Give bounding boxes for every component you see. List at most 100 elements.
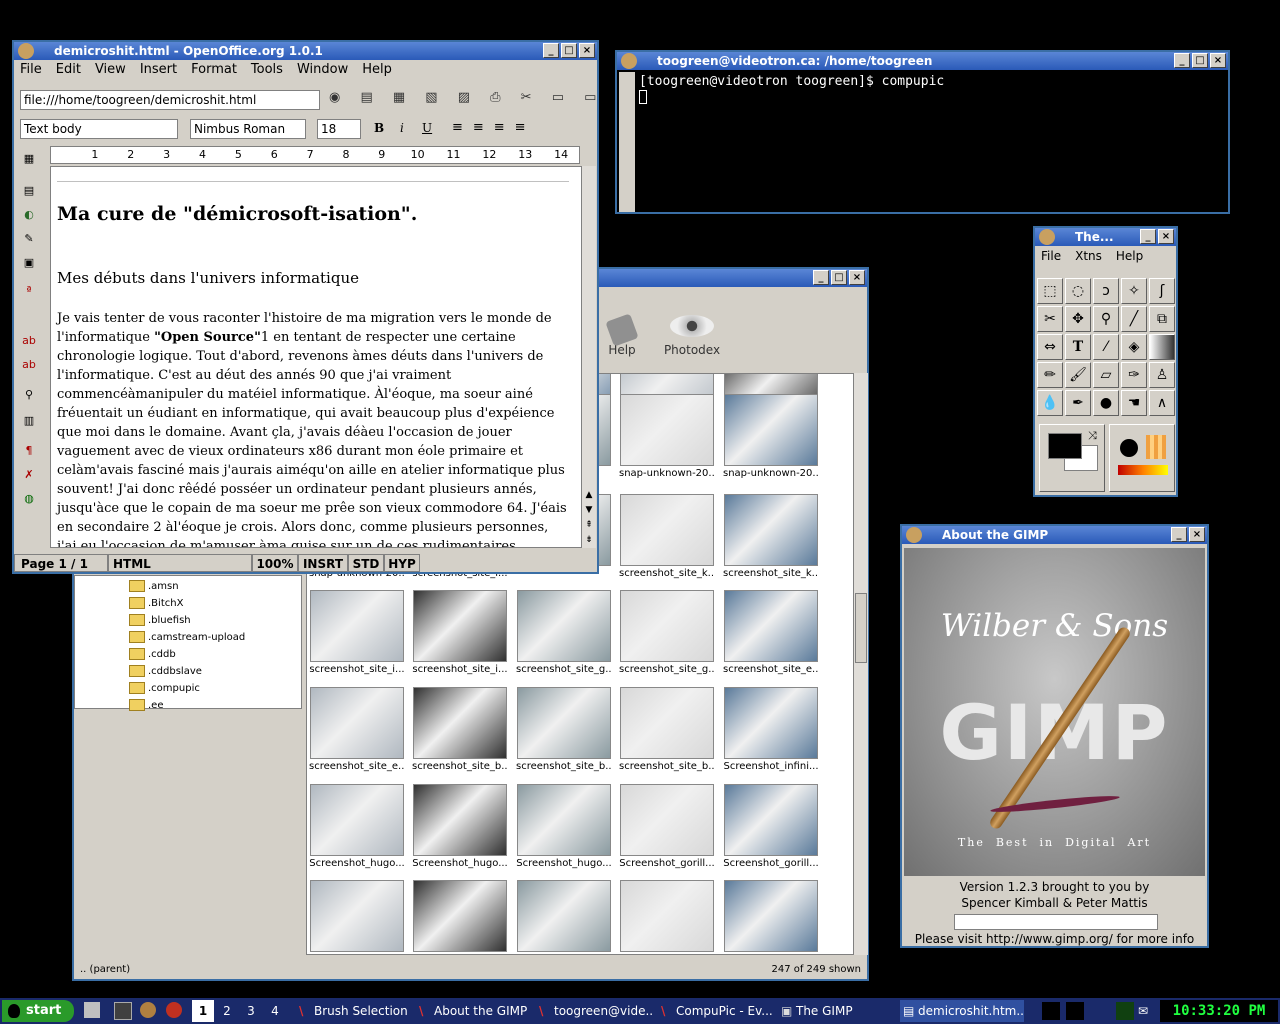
thumbnail[interactable]: screenshot_site_b... bbox=[412, 687, 508, 772]
flip-icon[interactable]: ⇔ bbox=[1037, 334, 1063, 360]
insert-fields-icon[interactable]: ▤ bbox=[20, 182, 38, 200]
close-button[interactable]: × bbox=[849, 270, 865, 285]
thumbnail[interactable]: Screenshot_hugo... bbox=[516, 784, 612, 869]
quicklaunch-terminal-icon[interactable] bbox=[114, 1002, 132, 1020]
openoffice-titlebar[interactable]: demicroshit.html - OpenOffice.org 1.0.1 … bbox=[14, 42, 597, 60]
thumbnail-scrollbar[interactable] bbox=[854, 373, 868, 955]
underline-button[interactable]: U bbox=[422, 121, 432, 135]
desktop-2-button[interactable]: 2 bbox=[216, 1000, 238, 1022]
thumbnail[interactable]: Screenshot_gorill... bbox=[619, 784, 715, 869]
free-select-icon[interactable]: ↄ bbox=[1093, 278, 1119, 304]
tree-item[interactable]: .cddbslave bbox=[129, 665, 202, 677]
minimize-button[interactable]: _ bbox=[1174, 53, 1190, 68]
ellipse-select-icon[interactable]: ◌ bbox=[1065, 278, 1091, 304]
brush-preview-icon[interactable] bbox=[1120, 439, 1138, 457]
minimize-button[interactable]: _ bbox=[1171, 527, 1187, 542]
menu-insert[interactable]: Insert bbox=[140, 60, 177, 80]
clone-icon[interactable]: ♙ bbox=[1149, 362, 1175, 388]
pattern-preview-icon[interactable] bbox=[1146, 435, 1166, 459]
start-button[interactable]: start bbox=[2, 1000, 74, 1022]
thumbnail[interactable]: Screenshot_hugo... bbox=[309, 784, 405, 869]
close-button[interactable]: × bbox=[1189, 527, 1205, 542]
smudge-icon[interactable]: ☚ bbox=[1121, 390, 1147, 416]
thumbnail[interactable]: screenshot_site_k... bbox=[619, 494, 715, 579]
tree-item[interactable]: .bluefish bbox=[129, 614, 191, 626]
thumbnail[interactable] bbox=[619, 880, 715, 954]
desktop-1-button[interactable]: 1 bbox=[192, 1000, 214, 1022]
menu-window[interactable]: Window bbox=[297, 60, 348, 80]
menu-help[interactable]: Help bbox=[362, 60, 392, 80]
thumbnail[interactable]: screenshot_site_g... bbox=[619, 590, 715, 675]
rect-select-icon[interactable]: ⬚ bbox=[1037, 278, 1063, 304]
thumbnail[interactable]: screenshot_site_e... bbox=[309, 687, 405, 772]
quicklaunch-editor-icon[interactable] bbox=[84, 1002, 100, 1018]
quicklaunch-gimp-icon[interactable] bbox=[140, 1002, 156, 1018]
maximize-button[interactable]: □ bbox=[561, 43, 577, 58]
tray-mail-icon[interactable]: ✉ bbox=[1138, 1004, 1148, 1018]
doc-vscrollbar[interactable]: ▲ ▼ ⇞ ⇟ bbox=[582, 166, 596, 548]
transform-icon[interactable]: ⧉ bbox=[1149, 306, 1175, 332]
minimize-button[interactable]: _ bbox=[813, 270, 829, 285]
color-picker-icon[interactable]: ⁄ bbox=[1093, 334, 1119, 360]
autospell-icon[interactable]: ª bbox=[20, 282, 38, 300]
measure-icon[interactable]: ∧ bbox=[1149, 390, 1175, 416]
gimp-toolbox-titlebar[interactable]: The... _ × bbox=[1035, 228, 1176, 246]
foreground-color-swatch[interactable] bbox=[1048, 433, 1082, 459]
menu-file[interactable]: File bbox=[1041, 246, 1061, 266]
ink-icon[interactable]: ✒ bbox=[1065, 390, 1091, 416]
eraser-icon[interactable]: ▱ bbox=[1093, 362, 1119, 388]
tree-item[interactable]: .camstream-upload bbox=[129, 631, 245, 643]
photodex-toolbar-button[interactable]: Photodex bbox=[662, 315, 722, 357]
dodge-burn-icon[interactable]: ● bbox=[1093, 390, 1119, 416]
form-icon[interactable]: ▣ bbox=[20, 254, 38, 272]
scissors-icon[interactable]: ✂ bbox=[1037, 306, 1063, 332]
quicklaunch-app-icon[interactable] bbox=[166, 1002, 182, 1018]
italic-button[interactable]: i bbox=[400, 121, 404, 135]
thumbnail[interactable]: Screenshot_infini... bbox=[723, 687, 819, 772]
bucket-fill-icon[interactable]: ◈ bbox=[1121, 334, 1147, 360]
gradient-preview-icon[interactable] bbox=[1118, 465, 1168, 475]
menu-file[interactable]: File bbox=[20, 60, 42, 80]
paintbrush-icon[interactable]: 🖌 bbox=[1065, 362, 1091, 388]
terminal-output[interactable]: [toogreen@videotron toogreen]$ compupic bbox=[639, 74, 1227, 210]
maximize-button[interactable]: □ bbox=[831, 270, 847, 285]
paragraph-style-select[interactable]: Text body bbox=[20, 119, 178, 139]
menu-view[interactable]: View bbox=[95, 60, 126, 80]
text-icon[interactable]: T bbox=[1065, 334, 1091, 360]
tree-item[interactable]: .ee bbox=[129, 699, 163, 711]
convolve-icon[interactable]: 💧 bbox=[1037, 390, 1063, 416]
blend-icon[interactable] bbox=[1149, 334, 1175, 360]
draw-icon[interactable]: ✎ bbox=[20, 230, 38, 248]
thumbnail[interactable]: Screenshot_gorill... bbox=[723, 784, 819, 869]
desktop-3-button[interactable]: 3 bbox=[240, 1000, 262, 1022]
about-gimp-titlebar[interactable]: About the GIMP _ × bbox=[902, 526, 1207, 544]
font-name-select[interactable]: Nimbus Roman bbox=[190, 119, 306, 139]
autocorrect-icon[interactable]: ab bbox=[20, 356, 38, 374]
thumbnail[interactable]: screenshot_site_b... bbox=[516, 687, 612, 772]
insert-object-icon[interactable]: ◐ bbox=[20, 206, 38, 224]
swap-colors-icon[interactable]: ⤨ bbox=[1088, 429, 1097, 443]
online-layout-icon[interactable]: ✗ bbox=[20, 466, 38, 484]
scrollbar-thumb[interactable] bbox=[855, 593, 867, 663]
thumbnail[interactable]: screenshot_site_g... bbox=[516, 590, 612, 675]
bezier-select-icon[interactable]: ʃ bbox=[1149, 278, 1175, 304]
task-brush-selection[interactable]: \ Brush Selection bbox=[296, 1000, 412, 1022]
thumbnail[interactable]: screenshot_site_e... bbox=[723, 590, 819, 675]
maximize-button[interactable]: □ bbox=[1192, 53, 1208, 68]
thumbnail[interactable]: snap-unknown-20... bbox=[723, 394, 819, 479]
tree-item[interactable]: .BitchX bbox=[129, 597, 183, 609]
tree-item[interactable]: .compupic bbox=[129, 682, 200, 694]
web-icon[interactable]: ◍ bbox=[20, 490, 38, 508]
find-icon[interactable]: ⚲ bbox=[20, 386, 38, 404]
terminal-scrollbar[interactable] bbox=[619, 72, 635, 212]
tree-item[interactable]: .cddb bbox=[129, 648, 176, 660]
magnify-icon[interactable]: ⚲ bbox=[1093, 306, 1119, 332]
airbrush-icon[interactable]: ✑ bbox=[1121, 362, 1147, 388]
color-area[interactable]: ⤨ bbox=[1039, 424, 1105, 492]
minimize-button[interactable]: _ bbox=[1140, 229, 1156, 244]
thumbnail[interactable] bbox=[309, 880, 405, 954]
help-toolbar-button[interactable]: Help bbox=[600, 313, 644, 357]
task-the-gimp[interactable]: ▣ The GIMP bbox=[778, 1000, 894, 1022]
thumbnail[interactable]: snap-unknown-20... bbox=[619, 394, 715, 479]
task-terminal[interactable]: \ toogreen@vide... bbox=[536, 1000, 652, 1022]
